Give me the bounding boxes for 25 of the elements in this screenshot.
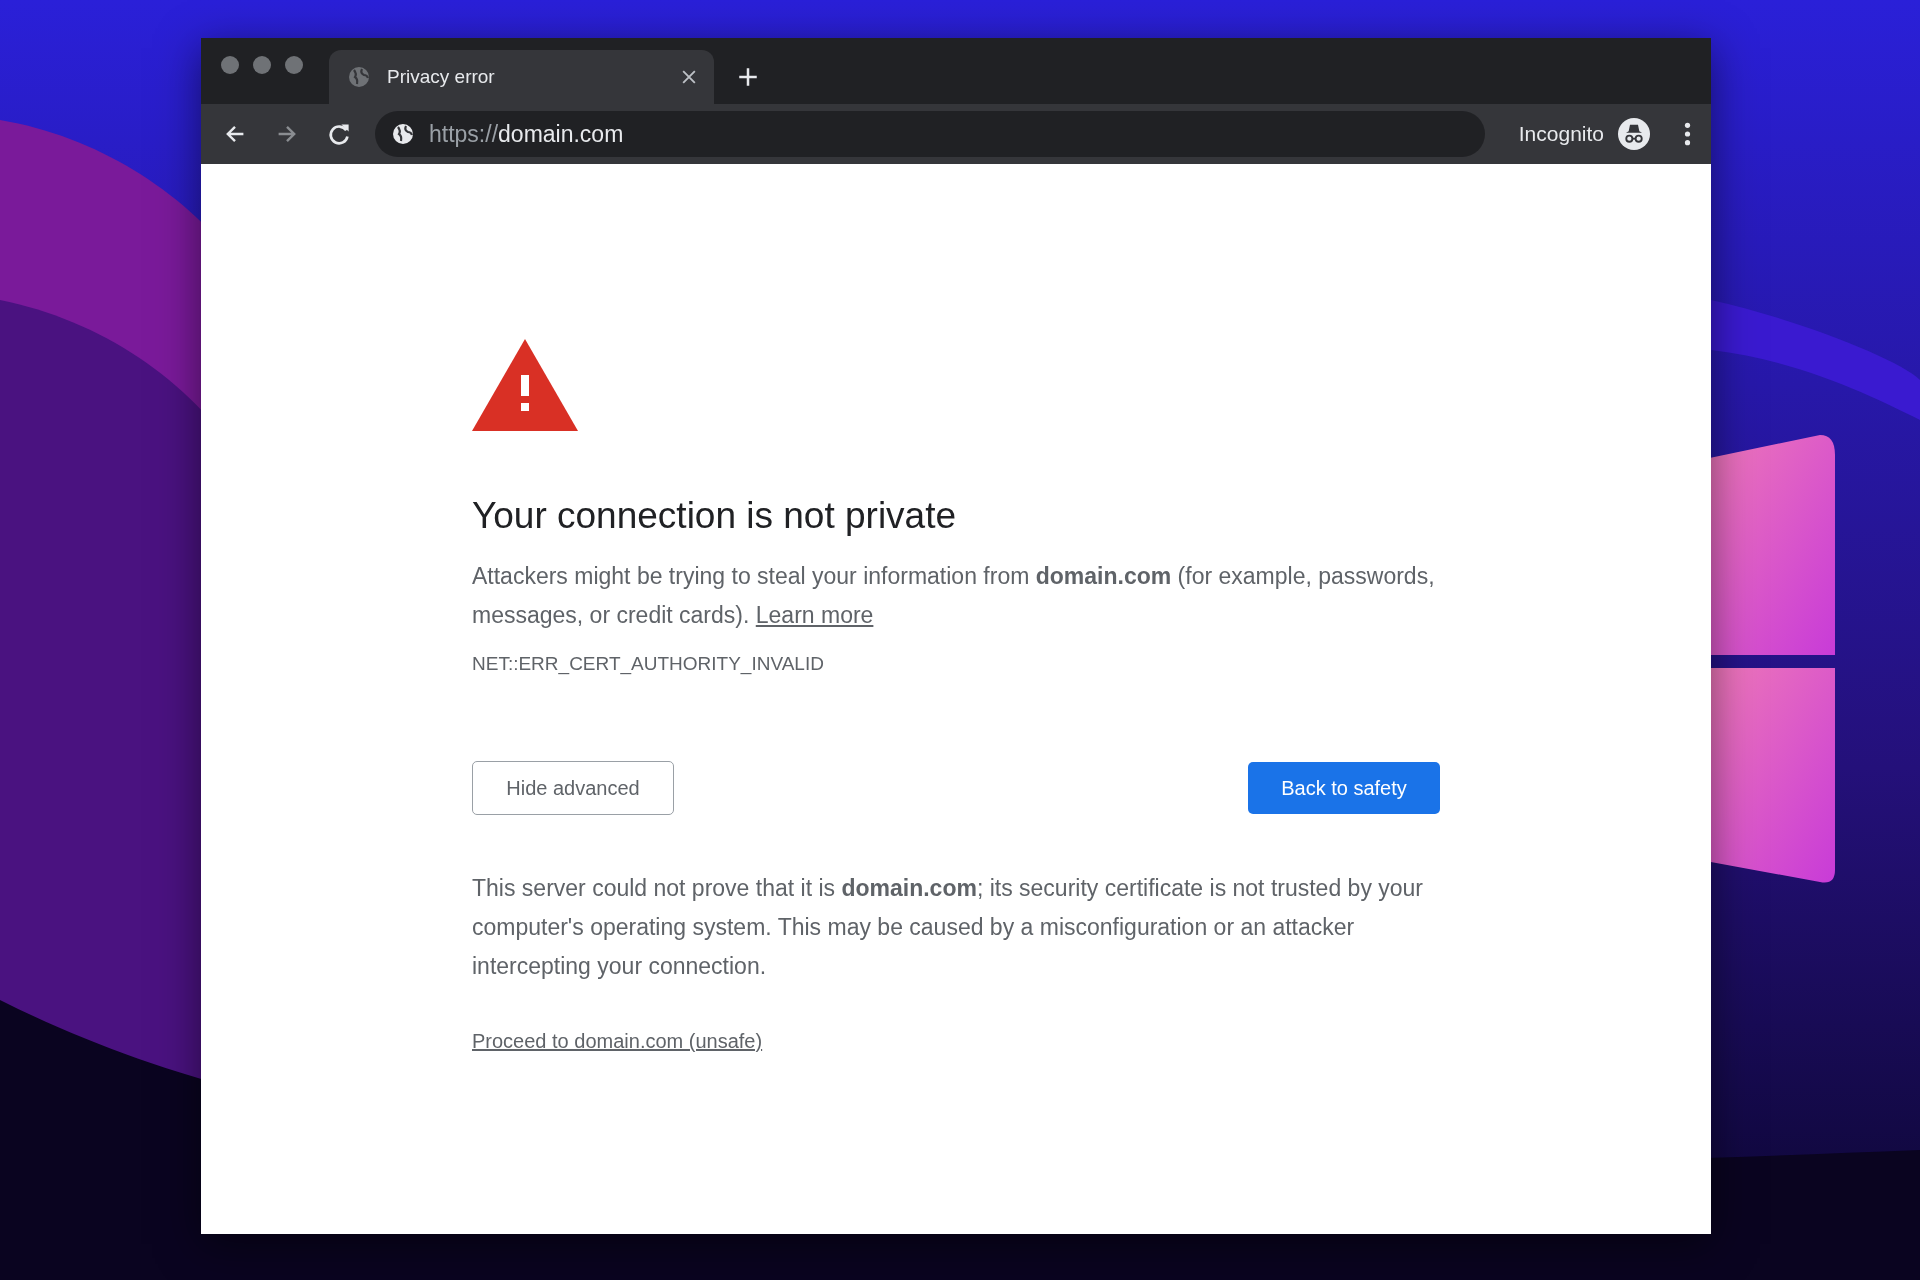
page-heading: Your connection is not private: [472, 495, 957, 537]
close-icon[interactable]: [682, 70, 696, 84]
new-tab-icon[interactable]: [738, 67, 758, 87]
reload-icon[interactable]: [327, 122, 351, 146]
globe-icon: [391, 122, 415, 146]
profile-label: Incognito: [1518, 122, 1604, 146]
error-code: NET::ERR_CERT_AUTHORITY_INVALID: [472, 653, 824, 675]
proceed-link[interactable]: Proceed to domain.com (unsafe): [472, 1030, 763, 1053]
details-paragraph: This server could not prove that it is domain.com; its security certificate is not trusted by your computer's operating system. This may be caused by a misconfiguration or an attacker intercepting your connection.: [472, 874, 1424, 981]
window-control[interactable]: [253, 56, 271, 74]
globe-icon: [347, 65, 371, 89]
window-control[interactable]: [221, 56, 239, 74]
warning-icon: [472, 339, 578, 431]
address-bar[interactable]: https://domain.com: [375, 111, 1485, 157]
learn-more-link[interactable]: Learn more: [755, 602, 874, 628]
intro-paragraph: Attackers might be trying to steal your information from domain.com (for example, passwords, messages, or credit cards). Learn more: [472, 562, 1436, 630]
tab-title: Privacy error: [387, 66, 496, 88]
window-control[interactable]: [285, 56, 303, 74]
url-scheme: https://: [429, 120, 499, 147]
back-button[interactable]: Back to safety: [1248, 762, 1440, 814]
browser-tab[interactable]: Privacy error: [329, 50, 714, 104]
incognito-icon[interactable]: [1618, 118, 1650, 150]
url-host: domain.com: [498, 120, 624, 147]
menu-icon[interactable]: [1684, 122, 1691, 146]
advanced-button[interactable]: Hide advanced: [472, 761, 674, 815]
